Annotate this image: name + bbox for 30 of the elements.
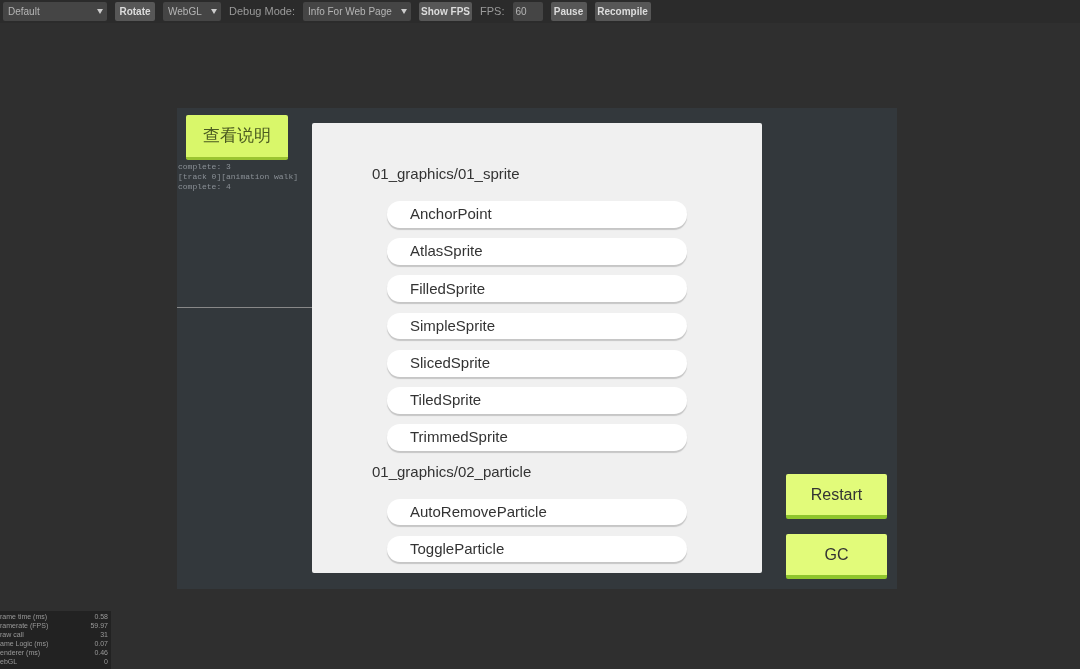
caret-icon — [401, 9, 408, 14]
section-heading: 01_graphics/01_sprite — [372, 164, 521, 184]
toolbar-button[interactable]: Pause — [550, 2, 587, 21]
test-item[interactable]: SimpleSprite — [387, 312, 687, 340]
toolbar-button[interactable]: Rotate — [115, 2, 155, 21]
action-button[interactable]: Restart — [786, 474, 887, 519]
dropdown[interactable]: WebGL — [163, 2, 221, 21]
toolbar-label: FPS: — [480, 4, 505, 20]
test-item[interactable]: TiledSprite — [387, 387, 687, 414]
test-item[interactable]: TrimmedSprite — [387, 424, 687, 452]
test-item[interactable]: AutoRemoveParticle — [387, 498, 687, 526]
log-line: complete: 3 — [178, 162, 232, 172]
test-item[interactable]: FilledSprite — [387, 275, 687, 303]
test-item[interactable]: AnchorPoint — [387, 201, 687, 228]
action-button[interactable]: GC — [786, 534, 887, 579]
caret-icon — [97, 9, 103, 14]
info-button[interactable]: 查看说明 — [186, 115, 288, 160]
caret-icon — [211, 9, 217, 14]
test-item[interactable]: SlicedSprite — [387, 349, 687, 377]
toolbar-label: Debug Mode: — [229, 4, 296, 20]
toolbar-button[interactable]: Show FPS — [419, 2, 473, 21]
dropdown[interactable]: Default — [3, 2, 107, 21]
log-line: complete: 4 — [178, 182, 232, 192]
test-item[interactable]: AtlasSprite — [387, 238, 687, 265]
fps-input[interactable]: 60 — [512, 2, 543, 21]
log-line: [track 0][animation walk] — [178, 172, 300, 182]
toolbar-button[interactable]: Recompile — [594, 2, 651, 21]
test-item[interactable]: ToggleParticle — [387, 535, 687, 563]
section-heading: 01_graphics/02_particle — [372, 461, 533, 482]
dropdown[interactable]: Info For Web Page — [303, 2, 412, 21]
